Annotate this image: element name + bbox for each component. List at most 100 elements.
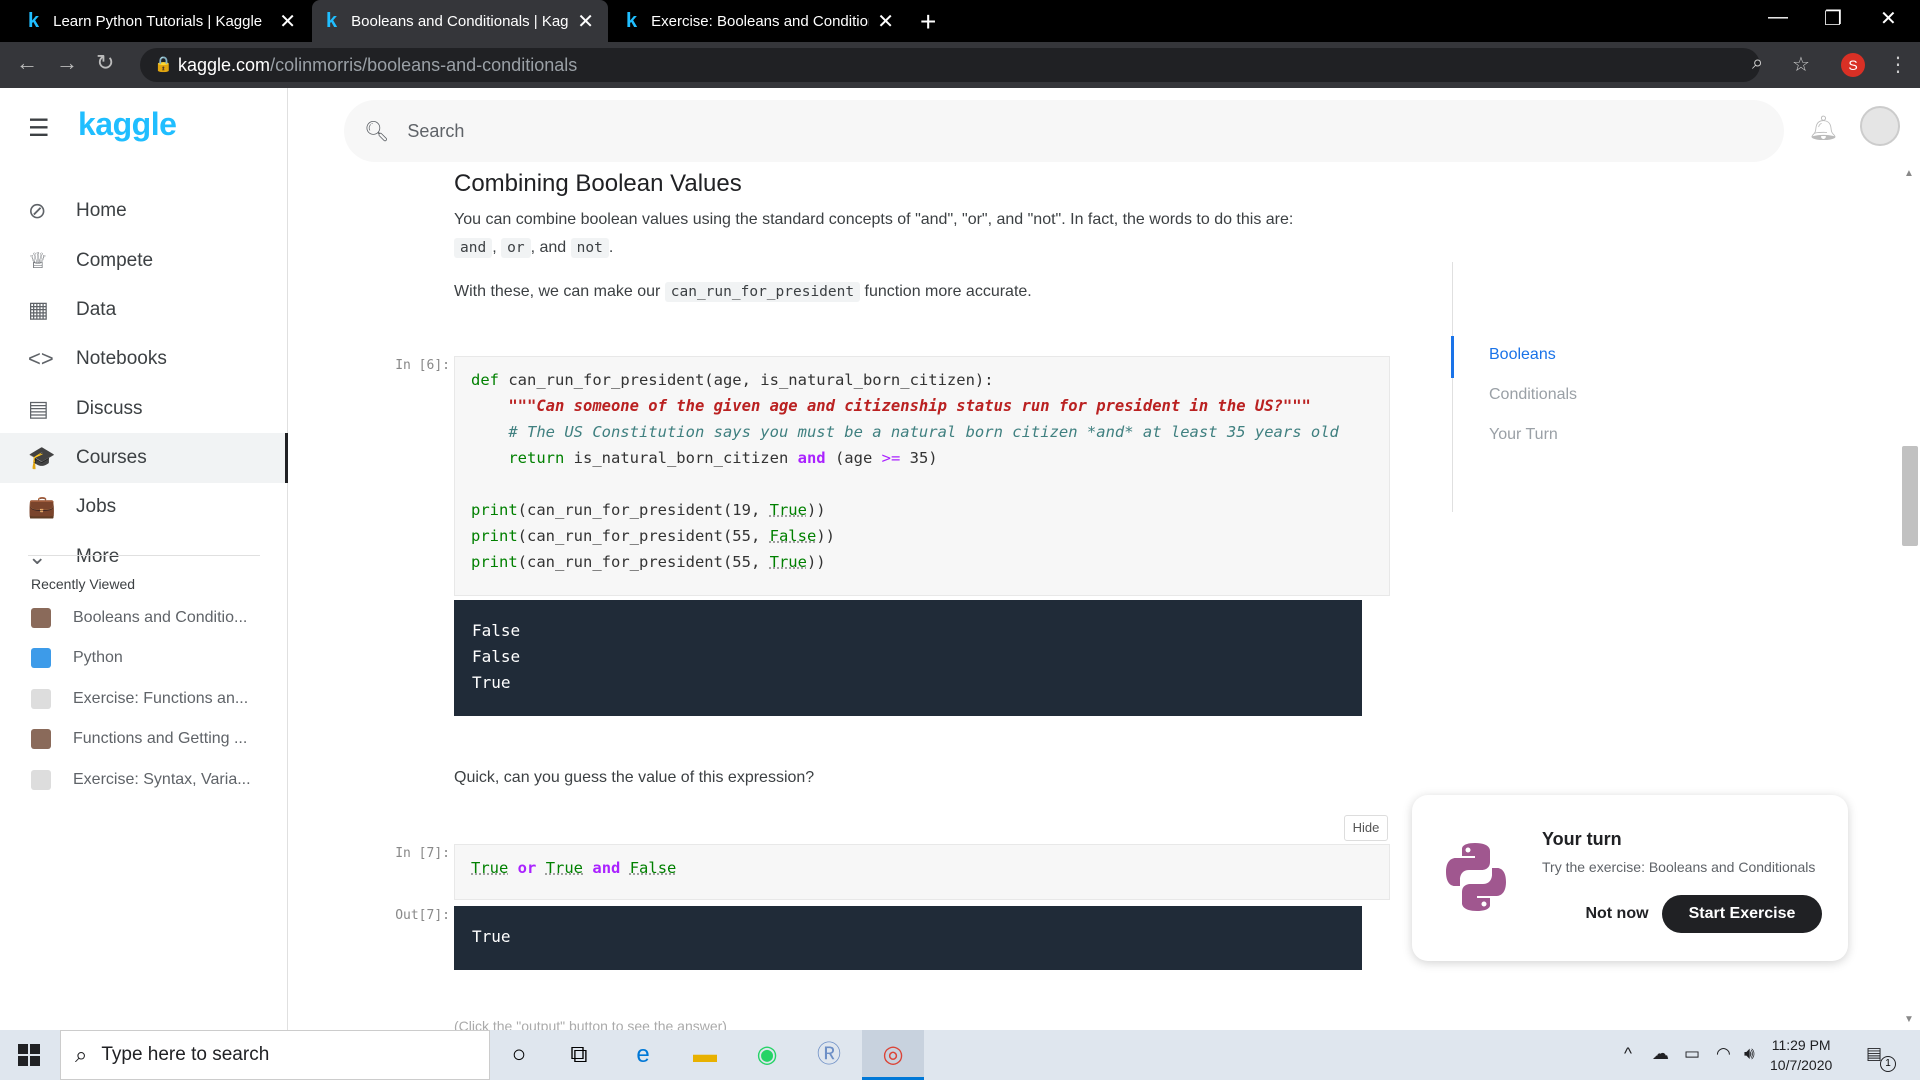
chrome-icon[interactable]: ◎ [878, 1040, 908, 1070]
paragraph-text: . [608, 239, 614, 256]
toc-rail [1452, 262, 1453, 512]
sidebar-item-label: More [76, 546, 120, 567]
code-line: """Can someone of the given age and citi… [508, 397, 1311, 415]
scroll-down-arrow-icon[interactable]: ▼ [1904, 1014, 1914, 1025]
back-icon[interactable]: ← [16, 50, 38, 76]
tab-learn-python[interactable]: k Learn Python Tutorials | Kaggle ✕ [14, 0, 310, 42]
task-view-icon[interactable]: ⧉ [564, 1040, 594, 1070]
forward-icon[interactable]: → [56, 50, 78, 76]
table-icon: ▦ [28, 297, 49, 322]
new-tab-button[interactable]: + [920, 6, 936, 38]
sidebar-item-discuss[interactable]: ▤ Discuss [0, 384, 288, 434]
recent-item[interactable]: Functions and Getting ... [31, 729, 271, 749]
whatsapp-icon[interactable]: ◉ [752, 1040, 782, 1070]
kaggle-logo[interactable]: kaggle [78, 106, 177, 143]
graduation-cap-icon: 🎓 [28, 445, 56, 470]
sidebar-item-home[interactable]: ⊘ Home [0, 186, 288, 236]
kaggle-favicon-icon: k [28, 9, 40, 32]
taskbar-search-box[interactable]: ⌕ Type here to search [60, 1030, 490, 1080]
file-explorer-icon[interactable]: ▬ [690, 1040, 720, 1070]
wifi-icon[interactable]: ◠ [1716, 1044, 1731, 1064]
output-line: False [472, 621, 521, 640]
menu-dots-icon[interactable]: ⋮ [1888, 52, 1908, 77]
recent-item[interactable]: Python [31, 648, 271, 668]
sidebar-item-more[interactable]: ⌄ More [0, 532, 288, 582]
close-tab-icon[interactable]: ✕ [279, 9, 296, 34]
kaggle-favicon-icon: k [626, 9, 638, 32]
cortana-icon[interactable]: ○ [504, 1040, 534, 1070]
sidebar-divider [28, 555, 260, 556]
address-bar-area: ← → ↻ 🔒 kaggle.com/colinmorris/booleans-… [0, 42, 1920, 88]
scroll-up-arrow-icon[interactable]: ▲ [1904, 168, 1914, 179]
restore-icon[interactable]: ❐ [1824, 6, 1842, 31]
taskbar-search-input[interactable]: Type here to search [101, 1044, 269, 1066]
system-clock[interactable]: 11:29 PM 10/7/2020 [1770, 1035, 1832, 1075]
toc-item-your-turn[interactable]: Your Turn [1489, 426, 1558, 444]
recent-item[interactable]: Exercise: Functions an... [31, 689, 271, 709]
url-field[interactable]: 🔒 kaggle.com/colinmorris/booleans-and-co… [140, 48, 1760, 82]
kaggle-page: ☰ kaggle ⊘ Home ♕ Compete ▦ Data <> Notebook… [0, 88, 1920, 1030]
paragraph-text: function more accurate. [864, 283, 1032, 300]
sidebar-item-compete[interactable]: ♕ Compete [0, 236, 288, 286]
tab-title: Exercise: Booleans and Conditionals [651, 12, 869, 30]
code-line: print(can_run_for_president(55, False)) [471, 527, 835, 545]
tab-booleans[interactable]: k Booleans and Conditionals | Kaggle ✕ [312, 0, 608, 42]
toc-item-conditionals[interactable]: Conditionals [1489, 386, 1577, 404]
edge-icon[interactable]: e [628, 1040, 658, 1070]
site-search-bar[interactable]: 🔍︎ Search [344, 100, 1784, 162]
sidebar-item-data[interactable]: ▦ Data [0, 285, 288, 335]
tab-exercise[interactable]: k Exercise: Booleans and Conditionals ✕ [612, 0, 908, 42]
tab-title: Learn Python Tutorials | Kaggle [53, 12, 263, 30]
recent-item[interactable]: Booleans and Conditio... [31, 608, 271, 628]
volume-icon[interactable]: 🔊︎ [1744, 1044, 1755, 1064]
tab-title: Booleans and Conditionals | Kaggle [351, 12, 570, 30]
bookmark-star-icon[interactable]: ☆ [1792, 52, 1810, 77]
close-window-icon[interactable]: ✕ [1880, 6, 1897, 31]
paragraph-with-these: With these, we can make our can_run_for_… [454, 278, 1032, 306]
scrollbar-thumb[interactable] [1902, 446, 1918, 546]
zoom-icon[interactable]: ⌕ [1752, 52, 1763, 75]
inline-code: and [454, 238, 493, 258]
code-line: print(can_run_for_president(55, True)) [471, 553, 826, 571]
cutoff-text: (Click the "output" button to see the an… [454, 1018, 727, 1030]
sidebar-item-label: Notebooks [76, 348, 167, 369]
windows-start-icon[interactable] [18, 1044, 40, 1066]
search-input[interactable]: Search [407, 121, 464, 142]
card-title: Your turn [1542, 829, 1622, 849]
sidebar-item-courses[interactable]: 🎓 Courses [0, 433, 288, 483]
user-avatar[interactable] [1860, 106, 1900, 146]
sidebar-item-notebooks[interactable]: <> Notebooks [0, 334, 288, 384]
output-cell-7: True [454, 906, 1362, 970]
sidebar-item-label: Jobs [76, 496, 117, 517]
battery-icon[interactable]: ▭ [1684, 1044, 1700, 1064]
hamburger-menu-icon[interactable]: ☰ [28, 114, 50, 143]
not-now-button[interactable]: Not now [1562, 895, 1672, 933]
profile-avatar[interactable]: S [1841, 53, 1865, 77]
reload-icon[interactable]: ↻ [96, 50, 114, 76]
clock-date: 10/7/2020 [1770, 1057, 1833, 1073]
clock-time: 11:29 PM [1771, 1037, 1831, 1053]
author-avatar [31, 608, 51, 628]
url-host: kaggle.com [178, 54, 271, 75]
hide-code-button[interactable]: Hide [1344, 815, 1388, 841]
close-tab-icon[interactable]: ✕ [577, 9, 594, 34]
toc-item-booleans[interactable]: Booleans [1489, 346, 1556, 364]
url-path: /colinmorris/booleans-and-conditionals [270, 54, 578, 75]
inline-code: not [570, 238, 609, 258]
code-cell-7[interactable]: True or True and False [454, 844, 1390, 900]
start-exercise-button[interactable]: Start Exercise [1662, 895, 1822, 933]
tray-chevron-up-icon[interactable]: ^ [1624, 1044, 1632, 1064]
r-app-icon[interactable]: Ⓡ [814, 1040, 844, 1070]
recent-item[interactable]: Exercise: Syntax, Varia... [31, 770, 271, 790]
output-line: True [472, 673, 511, 692]
code-line: print(can_run_for_president(19, True)) [471, 501, 826, 519]
close-tab-icon[interactable]: ✕ [877, 9, 894, 34]
code-cell-6[interactable]: def can_run_for_president(age, is_natura… [454, 356, 1390, 596]
scrollbar[interactable] [1900, 166, 1920, 1030]
onedrive-icon[interactable]: ☁ [1652, 1044, 1669, 1064]
sidebar-item-jobs[interactable]: 💼 Jobs [0, 482, 288, 532]
paragraph-text: You can combine boolean values using the… [454, 211, 1294, 228]
notification-bell-icon[interactable]: 🔔︎ [1808, 114, 1838, 143]
minimize-icon[interactable]: — [1768, 6, 1788, 29]
